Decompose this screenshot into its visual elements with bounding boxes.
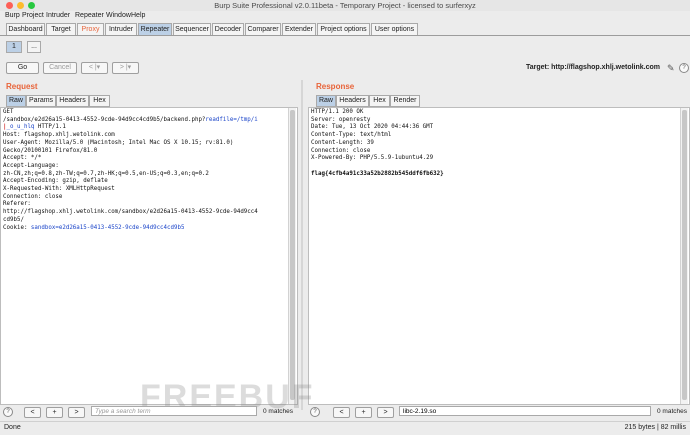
tab-sequencer[interactable]: Sequencer — [173, 23, 211, 35]
tab-user-options[interactable]: User options — [371, 23, 418, 35]
tab-decoder[interactable]: Decoder — [212, 23, 244, 35]
edit-pencil-icon[interactable]: ✎ — [667, 63, 675, 74]
tab-repeater[interactable]: Repeater — [138, 23, 172, 35]
menu-bar: Burp Project Intruder Repeater Window He… — [0, 11, 690, 22]
response-stats: 215 bytes | 82 millis — [624, 424, 686, 431]
menu-help[interactable]: Help — [131, 12, 145, 19]
request-tab-raw[interactable]: Raw — [6, 95, 26, 107]
response-body[interactable]: HTTP/1.1 200 OK Server: openresty Date: … — [309, 108, 689, 179]
request-scroll-thumb[interactable] — [290, 110, 295, 400]
response-search-next-button[interactable]: > — [377, 407, 394, 418]
repeater-tab-1[interactable]: 1 — [6, 41, 22, 53]
tab-comparer[interactable]: Comparer — [245, 23, 281, 35]
request-editor[interactable]: GET /sandbox/e2d26a15-0413-4552-9cde-94d… — [0, 107, 298, 405]
response-scrollbar[interactable] — [680, 108, 688, 404]
request-search-next-button[interactable]: > — [68, 407, 85, 418]
response-title: Response — [316, 82, 355, 91]
request-search-prev-button[interactable]: < — [24, 407, 41, 418]
response-editor[interactable]: HTTP/1.1 200 OK Server: openresty Date: … — [308, 107, 690, 405]
request-body[interactable]: GET /sandbox/e2d26a15-0413-4552-9cde-94d… — [1, 108, 297, 233]
response-tab-raw[interactable]: Raw — [316, 95, 336, 107]
response-help-icon[interactable]: ? — [310, 407, 320, 417]
split-divider[interactable] — [301, 80, 303, 410]
help-icon[interactable]: ? — [679, 63, 689, 73]
request-match-count: 0 matches — [263, 408, 293, 415]
request-scrollbar[interactable] — [288, 108, 296, 404]
request-search-input[interactable] — [91, 406, 257, 416]
menu-intruder[interactable]: Intruder — [46, 12, 70, 19]
response-scroll-thumb[interactable] — [682, 110, 687, 400]
request-tab-hex[interactable]: Hex — [89, 95, 110, 107]
response-tab-render[interactable]: Render — [390, 95, 420, 107]
target-host: Target: http://flagshop.xhlj.wetolink.co… — [525, 64, 660, 71]
tab-project-options[interactable]: Project options — [317, 23, 370, 35]
tab-intruder[interactable]: Intruder — [105, 23, 137, 35]
request-help-icon[interactable]: ? — [3, 407, 13, 417]
response-tab-hex[interactable]: Hex — [369, 95, 390, 107]
repeater-tab-new[interactable]: ... — [27, 41, 41, 53]
request-title: Request — [6, 82, 38, 91]
tab-divider — [0, 35, 690, 36]
tab-extender[interactable]: Extender — [282, 23, 316, 35]
response-search-add-button[interactable]: + — [355, 407, 372, 418]
request-tab-params[interactable]: Params — [26, 95, 56, 107]
status-bar: Done 215 bytes | 82 millis — [0, 421, 690, 435]
menu-window[interactable]: Window — [106, 12, 131, 19]
menu-burp[interactable]: Burp — [5, 12, 20, 19]
menu-project[interactable]: Project — [22, 12, 44, 19]
go-button[interactable]: Go — [6, 62, 39, 74]
response-search-input[interactable] — [399, 406, 651, 416]
tab-target[interactable]: Target — [46, 23, 76, 35]
response-search-prev-button[interactable]: < — [333, 407, 350, 418]
response-tab-headers[interactable]: Headers — [336, 95, 369, 107]
request-tab-headers[interactable]: Headers — [56, 95, 89, 107]
forward-button[interactable]: > |▾ — [112, 62, 139, 74]
tab-dashboard[interactable]: Dashboard — [6, 23, 45, 35]
menu-repeater[interactable]: Repeater — [75, 12, 104, 19]
status-text: Done — [4, 424, 21, 431]
cancel-button[interactable]: Cancel — [43, 62, 77, 74]
window-title: Burp Suite Professional v2.0.11beta - Te… — [214, 1, 476, 10]
back-button[interactable]: < |▾ — [81, 62, 108, 74]
tab-proxy[interactable]: Proxy — [77, 23, 104, 35]
response-match-count: 0 matches — [657, 408, 687, 415]
request-search-add-button[interactable]: + — [46, 407, 63, 418]
